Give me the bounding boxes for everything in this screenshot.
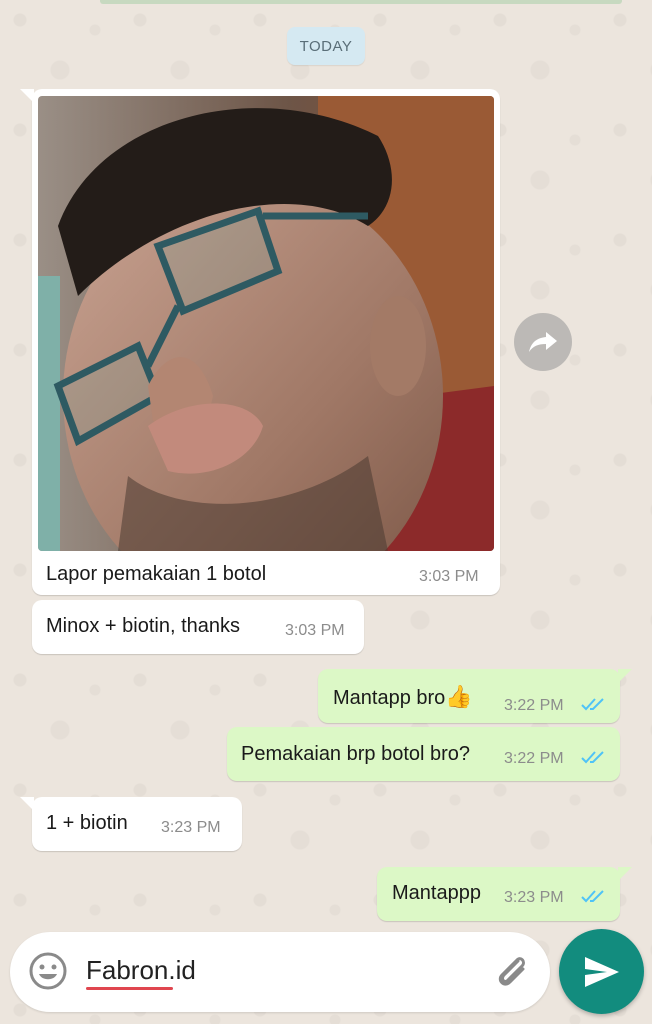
forward-icon bbox=[529, 332, 557, 352]
message-text: Mantapp bro👍 bbox=[333, 684, 473, 710]
read-receipt-icon bbox=[581, 698, 604, 711]
message-text: Pemakaian brp botol bro? bbox=[241, 743, 471, 765]
photo-image bbox=[38, 96, 494, 551]
message-time: 3:23 PM bbox=[504, 889, 564, 906]
message-text: Minox + biotin, thanks bbox=[46, 615, 240, 637]
emoji-button[interactable] bbox=[26, 949, 70, 993]
send-icon bbox=[584, 956, 619, 987]
emoji-icon bbox=[29, 952, 67, 990]
message-time: 3:03 PM bbox=[285, 622, 345, 639]
message-text: Mantappp bbox=[392, 882, 481, 904]
top-edge bbox=[100, 0, 622, 4]
shared-photo[interactable] bbox=[38, 96, 494, 551]
thumbs-up-emoji-icon: 👍 bbox=[445, 684, 473, 709]
message-text-body: Mantapp bro bbox=[333, 687, 446, 709]
message-time: 3:03 PM bbox=[419, 568, 479, 585]
message-text: 1 + biotin bbox=[46, 812, 128, 834]
send-button[interactable] bbox=[559, 929, 644, 1014]
message-time: 3:22 PM bbox=[504, 697, 564, 714]
forward-button[interactable] bbox=[514, 313, 572, 371]
paperclip-icon bbox=[498, 957, 525, 986]
message-time: 3:23 PM bbox=[161, 819, 221, 836]
read-receipt-icon bbox=[581, 890, 604, 903]
attach-button[interactable] bbox=[492, 951, 532, 991]
image-caption: Lapor pemakaian 1 botol bbox=[46, 563, 267, 585]
spellcheck-underline bbox=[86, 987, 173, 990]
date-divider: TODAY bbox=[287, 27, 365, 65]
message-time: 3:22 PM bbox=[504, 750, 564, 767]
read-receipt-icon bbox=[581, 751, 604, 764]
message-input[interactable]: Fabron.id bbox=[86, 955, 196, 986]
